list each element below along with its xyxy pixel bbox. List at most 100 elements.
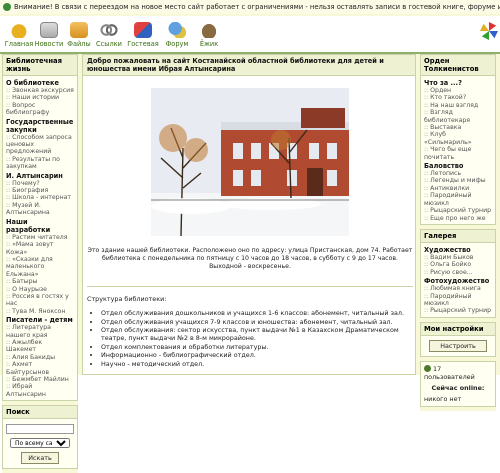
library-life-link[interactable]: Бежмбет Майлин	[6, 376, 74, 383]
gallery-link[interactable]: Рыцарский турнир	[424, 307, 492, 314]
library-life-link[interactable]: Алия Бакиды	[6, 354, 74, 361]
search-scope-select[interactable]: По всему сайту	[10, 438, 70, 449]
right-sidebar: Орден Толкиенистов Что за ...?ОрденКто т…	[420, 54, 496, 411]
building-caption: Это здание нашей библиотеки. Расположено…	[87, 247, 413, 270]
structure-item: Отдел комплектования и обработки литерат…	[101, 343, 413, 351]
tolkien-order-link[interactable]: Кто такой?	[424, 94, 492, 101]
gallery-section-heading: Художество	[424, 245, 471, 254]
library-structure: Структура библиотеки: Отдел обслуживания…	[87, 295, 413, 368]
settings-button[interactable]: Настроить	[429, 339, 487, 352]
content-divider	[87, 286, 413, 287]
tolkien-order-section-heading: Баловство	[424, 162, 464, 171]
library-life-link[interactable]: «Сказки для маленького Ельжана»	[6, 256, 74, 278]
library-life-link[interactable]: Школа - интернат	[6, 194, 74, 201]
users-box: 17 пользователей Сейчас online: никого н…	[420, 360, 496, 407]
gallery-box: Галерея ХудожествоВадим БыковОльга Бойко…	[420, 228, 496, 318]
library-life-link[interactable]: Ахмет Байтурсынов	[6, 361, 74, 376]
library-life-section-heading: О библиотеке	[6, 79, 59, 87]
library-life-section-heading: И. Алтынсарин	[6, 171, 63, 180]
nav-news[interactable]: Новости	[32, 22, 66, 48]
tolkien-order-section-heading: Что за ...?	[424, 79, 462, 87]
search-input[interactable]	[6, 424, 74, 435]
library-life-link[interactable]: Наши истории	[6, 94, 74, 101]
globe-icon	[3, 3, 11, 11]
tolkien-order-link[interactable]: Взгляд библиотекаря	[424, 109, 492, 124]
structure-item: Отдел обслуживания: сектор искусства, пу…	[101, 326, 413, 342]
library-life-link[interactable]: Музей И. Алтынсарина	[6, 202, 74, 217]
library-life-link[interactable]: Ажылбек Шакемет	[6, 339, 74, 354]
top-navigation: Главная Новости Файлы Ссылки Гостевая Фо…	[0, 16, 500, 52]
folder-icon	[70, 22, 88, 38]
library-life-link[interactable]: Батыры	[6, 278, 74, 285]
nav-home[interactable]: Главная	[2, 22, 36, 48]
search-box: Поиск По всему сайту Искать	[2, 405, 78, 470]
tolkien-order-link[interactable]: Клуб «Сильмариль»	[424, 131, 492, 146]
library-life-section-heading: Наши разработки	[6, 217, 51, 234]
library-life-title: Библиотечная жизнь	[3, 55, 77, 76]
left-sidebar: Библиотечная жизнь О библиотекеЗвонкая э…	[2, 54, 78, 473]
users-icon	[424, 365, 431, 373]
tolkien-order-link[interactable]: Еще про него же	[424, 215, 492, 222]
library-life-link[interactable]: Литература нашего края	[6, 324, 74, 339]
welcome-title: Добро пожаловать на сайт Костанайской об…	[83, 55, 415, 76]
settings-box: Мои настройки Настроить	[420, 321, 496, 357]
library-life-link[interactable]: Растим читателя	[6, 234, 74, 241]
library-life-link[interactable]: Россия в гостях у нас	[6, 293, 74, 308]
tolkien-order-link[interactable]: На наш взгляд	[424, 102, 492, 109]
library-life-menu: О библиотекеЗвонкая экскурсияНаши истори…	[3, 76, 77, 400]
nav-hedgehog[interactable]: Ёжик	[192, 22, 226, 48]
announcement-text: Внимание! В связи с переездом на новое м…	[14, 3, 500, 11]
tolkien-order-menu: Что за ...?ОрденКто такой?На наш взглядВ…	[421, 76, 495, 224]
nav-links[interactable]: Ссылки	[92, 22, 126, 48]
gallery-title: Галерея	[421, 229, 495, 243]
library-life-link[interactable]: Способом запроса ценовых предложений	[6, 134, 74, 156]
tolkien-order-link[interactable]: Легенды и мифы	[424, 177, 492, 184]
library-life-link[interactable]: О Наурызе	[6, 286, 74, 293]
pinwheel-logo-icon	[480, 22, 498, 40]
forum-icon	[168, 22, 186, 38]
search-title: Поиск	[3, 406, 77, 420]
newspaper-icon	[40, 22, 58, 38]
page: Внимание! В связи с переездом на новое м…	[0, 0, 500, 473]
guestbook-icon	[134, 22, 152, 38]
tolkien-order-link[interactable]: Чего бы еще почитать	[424, 146, 492, 161]
nav-forum[interactable]: Форум	[160, 22, 194, 48]
library-building-photo	[151, 88, 349, 236]
structure-list: Отдел обслуживания дошкольников и учащих…	[101, 309, 413, 368]
users-count: 17 пользователей	[424, 364, 475, 381]
library-life-section-heading: Писатели - детям	[6, 316, 73, 325]
gallery-link[interactable]: Пародийный мюзикл	[424, 293, 492, 308]
tolkien-order-link[interactable]: Летопись	[424, 170, 492, 177]
tolkien-order-link[interactable]: Рыцарский турнир	[424, 207, 492, 214]
library-life-link[interactable]: Результаты по закупкам	[6, 156, 74, 171]
library-life-link[interactable]: «Мама зовут Кожа»	[6, 241, 74, 256]
structure-item: Научно - методический отдел.	[101, 360, 413, 368]
bell-icon	[10, 22, 28, 38]
library-life-link[interactable]: Ибрай Алтынсарин	[6, 383, 74, 398]
nav-guestbook[interactable]: Гостевая	[126, 22, 160, 48]
gallery-link[interactable]: Рисую свое...	[424, 269, 492, 276]
library-life-box: Библиотечная жизнь О библиотекеЗвонкая э…	[2, 54, 78, 402]
announcement-bar: Внимание! В связи с переездом на новое м…	[0, 0, 500, 14]
gallery-section-heading: Фотохудожество	[424, 277, 490, 286]
nav-files[interactable]: Файлы	[62, 22, 96, 48]
main-content: Добро пожаловать на сайт Костанайской об…	[82, 54, 416, 375]
gallery-link[interactable]: Ольга Бойко	[424, 261, 492, 268]
structure-item: Информационно - библиографический отдел.	[101, 351, 413, 359]
tolkien-order-title: Орден Толкиенистов	[421, 55, 495, 76]
settings-title: Мои настройки	[421, 322, 495, 336]
online-text: никого нет	[424, 394, 462, 403]
structure-item: Отдел обслуживания учащихся 7-9 классов …	[101, 318, 413, 326]
gallery-link[interactable]: Любимая книга	[424, 285, 492, 292]
tolkien-order-link[interactable]: Пародийный мюзикл	[424, 192, 492, 207]
gallery-menu: ХудожествоВадим БыковОльга БойкоРисую св…	[421, 243, 495, 317]
library-life-link[interactable]: Вопрос библиографу	[6, 102, 74, 117]
library-life-link[interactable]: Почему?	[6, 180, 74, 187]
online-title: Сейчас online:	[431, 383, 485, 392]
library-life-link[interactable]: Звонкая экскурсия	[6, 87, 74, 94]
library-life-link[interactable]: Биография	[6, 187, 74, 194]
search-button[interactable]: Искать	[21, 452, 59, 465]
library-life-section-heading: Государственные закупки	[6, 117, 74, 134]
library-life-link[interactable]: Тува М. Яноксон	[6, 308, 74, 315]
hedgehog-icon	[200, 22, 218, 38]
